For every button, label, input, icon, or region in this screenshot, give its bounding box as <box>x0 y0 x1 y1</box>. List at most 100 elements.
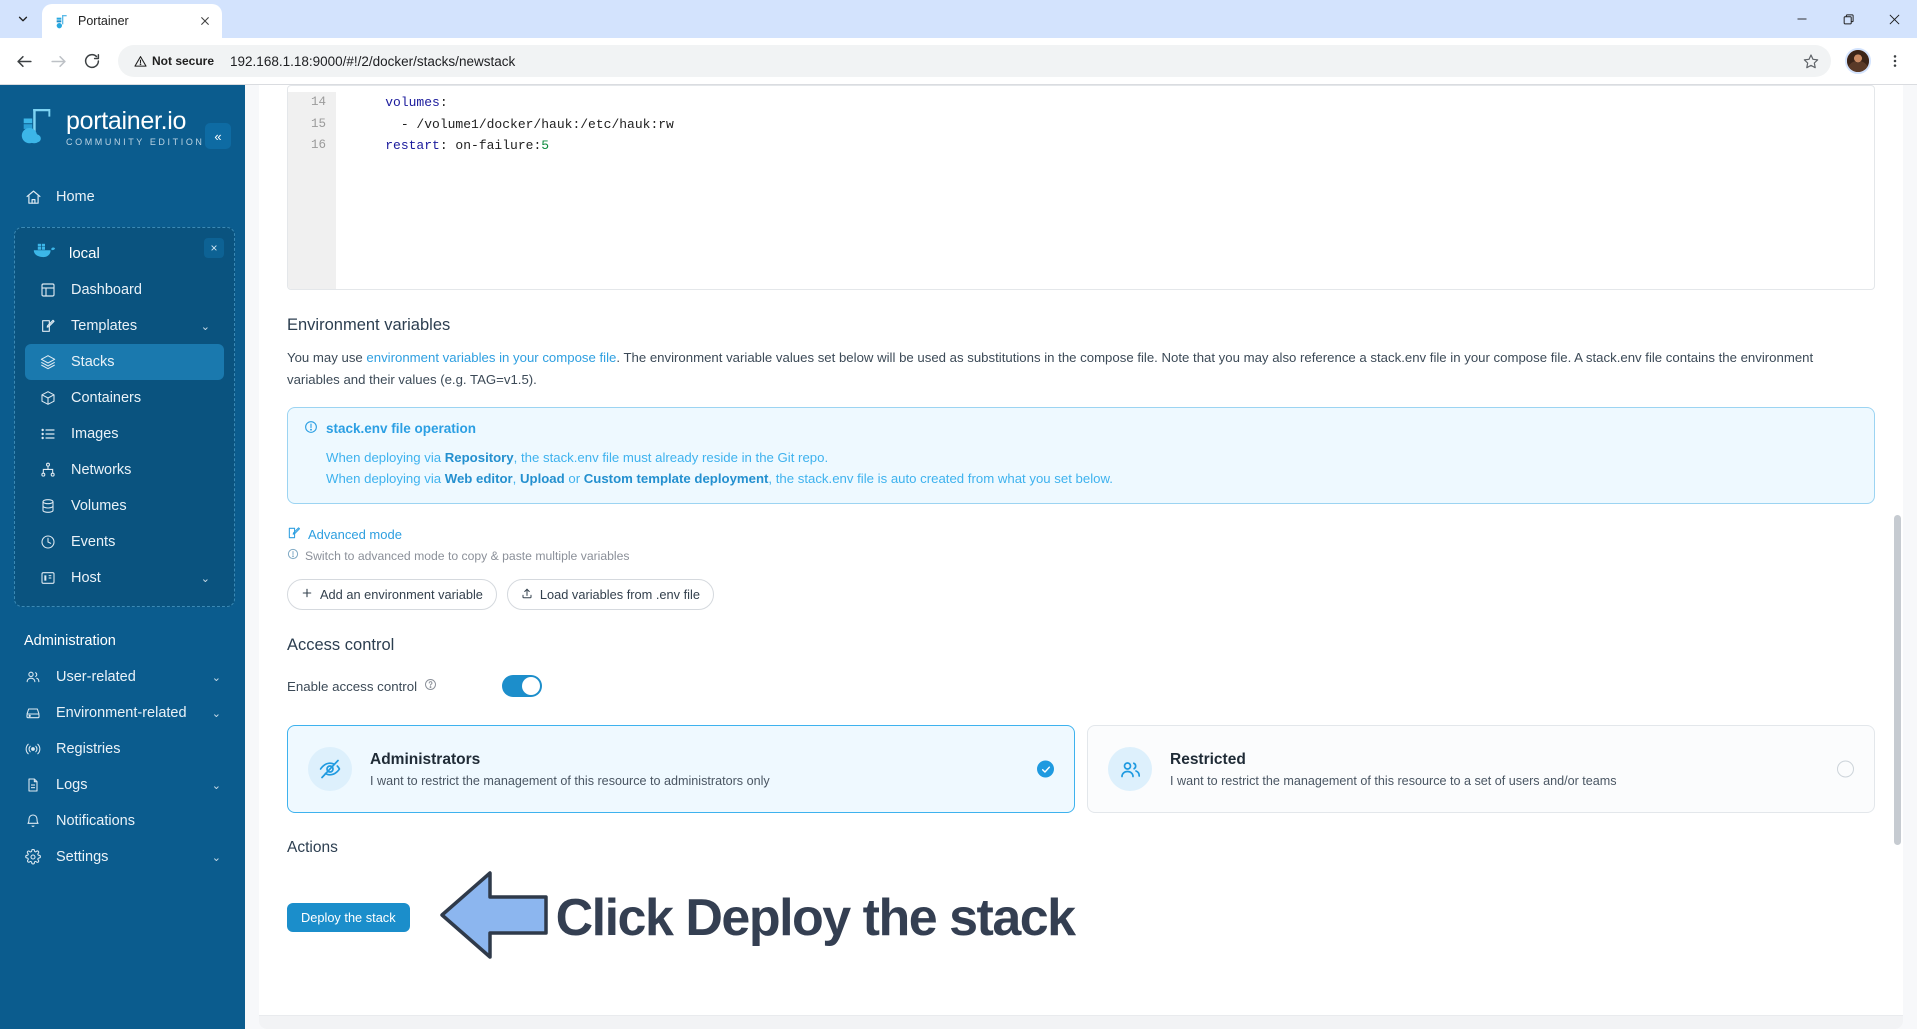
template-icon <box>39 317 57 335</box>
edit-pencil-icon <box>287 526 301 543</box>
sidebar-item-networks[interactable]: Networks <box>25 452 224 488</box>
logo-subtitle: COMMUNITY EDITION <box>66 137 205 147</box>
avatar[interactable] <box>1845 48 1871 74</box>
access-control-card-administrators[interactable]: Administrators I want to restrict the ma… <box>287 725 1075 813</box>
access-control-card-title: Administrators <box>370 750 481 768</box>
left-arrow-annotation-icon <box>438 869 550 966</box>
portainer-logo-icon <box>18 107 56 149</box>
access-control-card-restricted[interactable]: Restricted I want to restrict the manage… <box>1087 725 1875 813</box>
bell-icon <box>24 812 42 830</box>
annotation-overlay: Click Deploy the stack <box>438 869 1076 966</box>
chevron-down-icon: ⌄ <box>200 320 210 333</box>
sidebar-item-registries[interactable]: Registries <box>10 731 235 767</box>
add-environment-variable-button[interactable]: Add an environment variable <box>287 579 497 610</box>
advanced-mode-hint: Switch to advanced mode to copy & paste … <box>287 548 1875 563</box>
url-text[interactable]: 192.168.1.18:9000/#!/2/docker/stacks/new… <box>230 54 1789 69</box>
sidebar-item-settings[interactable]: Settings ⌄ <box>10 839 235 875</box>
forward-arrow-icon[interactable] <box>42 45 74 77</box>
portainer-favicon <box>54 13 70 29</box>
sidebar-item-label: Environment-related <box>56 705 187 721</box>
sidebar-item-containers[interactable]: Containers <box>25 380 224 416</box>
editor-line: volumes: <box>385 95 448 110</box>
sidebar-item-templates[interactable]: Templates ⌄ <box>25 308 224 344</box>
volumes-icon <box>39 497 57 515</box>
host-icon <box>39 569 57 587</box>
users-group-icon <box>1108 747 1152 791</box>
sidebar-item-user-related[interactable]: User-related ⌄ <box>10 659 235 695</box>
browser-tab[interactable]: Portainer <box>42 4 222 38</box>
infobox-line-1: When deploying via Repository, the stack… <box>326 450 829 465</box>
access-control-card-description: I want to restrict the management of thi… <box>370 773 770 788</box>
sidebar-item-environment-related[interactable]: Environment-related ⌄ <box>10 695 235 731</box>
access-control-card-title: Restricted <box>1170 750 1246 768</box>
omnibox[interactable]: Not secure 192.168.1.18:9000/#!/2/docker… <box>118 45 1831 77</box>
add-environment-variable-label: Add an environment variable <box>320 587 483 602</box>
minimize-icon[interactable] <box>1779 0 1825 38</box>
sidebar-item-label: Volumes <box>71 498 127 514</box>
enable-access-control-label: Enable access control <box>287 678 418 694</box>
page-scrollbar-thumb[interactable] <box>1894 515 1901 845</box>
stack-env-infobox: stack.env file operation When deploying … <box>287 407 1875 504</box>
editor-gutter: 14 15 16 <box>288 92 336 289</box>
question-mark-icon[interactable] <box>424 678 437 694</box>
card-footer <box>259 1015 1903 1029</box>
sidebar-item-events[interactable]: Events <box>25 524 224 560</box>
sidebar-item-host[interactable]: Host ⌄ <box>25 560 224 596</box>
sidebar-item-label: Dashboard <box>71 282 142 298</box>
container-icon <box>39 389 57 407</box>
env-var-button-row: Add an environment variable Load variabl… <box>287 579 1875 610</box>
yaml-key: volumes <box>385 95 440 110</box>
three-dot-menu-icon[interactable] <box>1881 45 1909 77</box>
access-control-radio-unselected[interactable] <box>1837 760 1854 778</box>
bookmark-star-icon[interactable] <box>1797 47 1825 75</box>
sidebar-item-notifications[interactable]: Notifications <box>10 803 235 839</box>
gear-icon <box>24 848 42 866</box>
tab-close-icon[interactable] <box>196 12 214 30</box>
warning-triangle-icon <box>134 55 147 67</box>
load-env-file-button[interactable]: Load variables from .env file <box>506 579 714 610</box>
editor-line-number: 14 <box>310 95 326 109</box>
sidebar-item-dashboard[interactable]: Dashboard <box>25 272 224 308</box>
sidebar-item-images[interactable]: Images <box>25 416 224 452</box>
window-controls <box>1779 0 1917 38</box>
chevron-down-icon: ⌄ <box>200 572 210 585</box>
sidebar-item-logs[interactable]: Logs ⌄ <box>10 767 235 803</box>
editor-line: restart: on-failure:5 <box>385 138 550 153</box>
upload-icon <box>521 587 533 603</box>
sidebar-item-home[interactable]: Home <box>10 179 235 215</box>
sidebar-item-volumes[interactable]: Volumes <box>25 488 224 524</box>
env-vars-doc-link[interactable]: environment variables in your compose fi… <box>366 350 616 365</box>
sidebar-environment-header[interactable]: local <box>15 234 234 272</box>
window-close-icon[interactable] <box>1871 0 1917 38</box>
sidebar-environment-close-icon[interactable]: × <box>204 238 224 258</box>
environment-icon <box>24 704 42 722</box>
reload-icon[interactable] <box>76 45 108 77</box>
chevron-down-icon: ⌄ <box>211 707 221 720</box>
site-security-badge[interactable]: Not secure <box>130 51 222 71</box>
compose-editor[interactable]: 14 15 16 volumes: - /volume1/docker/hauk… <box>287 85 1875 290</box>
stacks-icon <box>39 353 57 371</box>
sidebar-collapse-icon[interactable]: « <box>205 123 231 149</box>
browser-toolbar: Not secure 192.168.1.18:9000/#!/2/docker… <box>0 38 1917 85</box>
tab-search-chevron-down-icon[interactable] <box>6 4 40 34</box>
yaml-key: restart <box>385 138 440 153</box>
enable-access-control-toggle[interactable] <box>502 675 542 697</box>
images-icon <box>39 425 57 443</box>
env-vars-description: You may use environment variables in you… <box>287 350 1814 387</box>
chevron-down-icon: ⌄ <box>211 779 221 792</box>
sidebar-item-label: Home <box>56 189 95 205</box>
deploy-the-stack-button[interactable]: Deploy the stack <box>287 903 410 932</box>
advanced-mode-toggle[interactable]: Advanced mode <box>287 526 1875 543</box>
access-control-radio-selected[interactable] <box>1037 760 1054 778</box>
home-icon <box>24 188 42 206</box>
sidebar-item-label: Notifications <box>56 813 135 829</box>
eye-off-icon <box>308 747 352 791</box>
back-arrow-icon[interactable] <box>8 45 40 77</box>
sidebar-item-stacks[interactable]: Stacks <box>25 344 224 380</box>
yaml-number: 5 <box>541 138 550 153</box>
load-env-file-label: Load variables from .env file <box>539 587 700 602</box>
editor-code[interactable]: volumes: - /volume1/docker/hauk:/etc/hau… <box>336 92 674 289</box>
editor-line: - /volume1/docker/hauk:/etc/hauk:rw <box>354 114 674 136</box>
maximize-icon[interactable] <box>1825 0 1871 38</box>
logo-title: portainer.io <box>66 107 187 135</box>
